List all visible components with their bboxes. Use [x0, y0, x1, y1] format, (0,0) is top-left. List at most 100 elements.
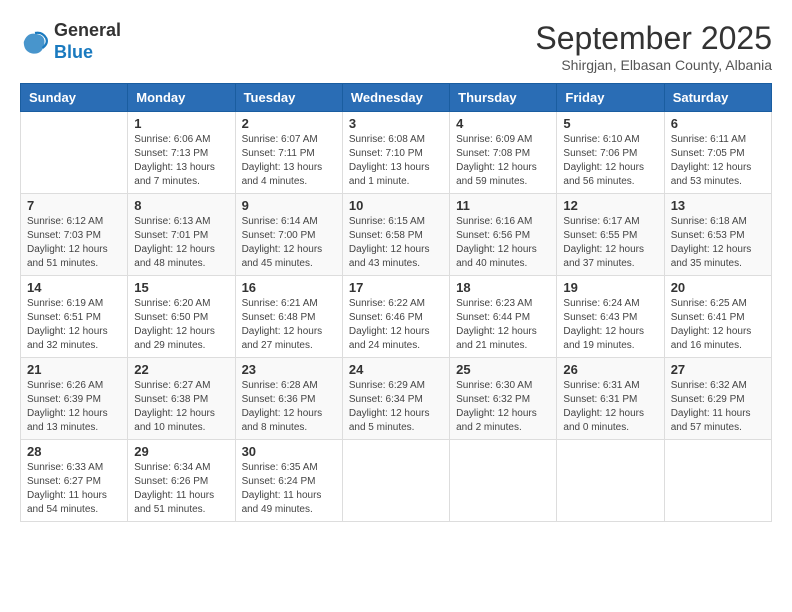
calendar-cell: 14 Sunrise: 6:19 AMSunset: 6:51 PMDayligh… — [21, 276, 128, 358]
day-number: 11 — [456, 198, 550, 213]
day-info: Sunrise: 6:31 AMSunset: 6:31 PMDaylight:… — [563, 379, 657, 435]
logo-text: General Blue — [54, 20, 121, 63]
calendar-cell: 13 Sunrise: 6:18 AMSunset: 6:53 PMDayligh… — [664, 194, 771, 276]
day-info: Sunrise: 6:17 AMSunset: 6:55 PMDaylight:… — [563, 215, 657, 271]
day-number: 2 — [242, 116, 336, 131]
day-number: 6 — [671, 116, 765, 131]
calendar-cell: 29Sunrise: 6:34 AMSunset: 6:26 PMDayligh… — [128, 440, 235, 522]
day-info: Sunrise: 6:34 AMSunset: 6:26 PMDaylight:… — [134, 461, 228, 517]
day-info: Sunrise: 6:25 AMSunset: 6:41 PMDaylight:… — [671, 297, 765, 353]
day-header: Wednesday — [342, 84, 449, 112]
calendar-cell: 28 Sunrise: 6:33 AMSunset: 6:27 PMDayligh… — [21, 440, 128, 522]
day-info: Sunrise: 6:12 AMSunset: 7:03 PMDaylight:… — [27, 215, 121, 271]
day-number: 14 — [27, 280, 121, 295]
day-info: Sunrise: 6:30 AMSunset: 6:32 PMDaylight:… — [456, 379, 550, 435]
calendar-cell: 22 Sunrise: 6:27 AMSunset: 6:38 PMDayligh… — [128, 358, 235, 440]
calendar-header-row: SundayMondayTuesdayWednesdayThursdayFrid… — [21, 84, 772, 112]
day-info: Sunrise: 6:33 AMSunset: 6:27 PMDaylight:… — [27, 461, 121, 517]
day-info: Sunrise: 6:29 AMSunset: 6:34 PMDaylight:… — [349, 379, 443, 435]
day-info: Sunrise: 6:28 AMSunset: 6:36 PMDaylight:… — [242, 379, 336, 435]
day-number: 7 — [27, 198, 121, 213]
calendar-week-row: 21 Sunrise: 6:26 AMSunset: 6:39 PMDayligh… — [21, 358, 772, 440]
day-number: 30 — [242, 444, 336, 459]
day-number: 24 — [349, 362, 443, 377]
calendar-cell: 24 Sunrise: 6:29 AMSunset: 6:34 PMDayligh… — [342, 358, 449, 440]
month-title: September 2025 — [535, 20, 772, 57]
day-info: Sunrise: 6:19 AMSunset: 6:51 PMDaylight:… — [27, 297, 121, 353]
day-number: 18 — [456, 280, 550, 295]
calendar-cell: 9 Sunrise: 6:14 AMSunset: 7:00 PMDaylight… — [235, 194, 342, 276]
day-number: 21 — [27, 362, 121, 377]
calendar-cell: 15 Sunrise: 6:20 AMSunset: 6:50 PMDayligh… — [128, 276, 235, 358]
calendar-cell: 12 Sunrise: 6:17 AMSunset: 6:55 PMDayligh… — [557, 194, 664, 276]
calendar-cell: 1 Sunrise: 6:06 AMSunset: 7:13 PMDaylight… — [128, 112, 235, 194]
day-info: Sunrise: 6:35 AMSunset: 6:24 PMDaylight:… — [242, 461, 336, 517]
day-header: Sunday — [21, 84, 128, 112]
day-number: 1 — [134, 116, 228, 131]
calendar-cell: 3Sunrise: 6:08 AMSunset: 7:10 PMDaylight… — [342, 112, 449, 194]
day-info: Sunrise: 6:13 AMSunset: 7:01 PMDaylight:… — [134, 215, 228, 271]
day-header: Friday — [557, 84, 664, 112]
day-info: Sunrise: 6:07 AMSunset: 7:11 PMDaylight:… — [242, 133, 336, 189]
calendar-cell: 7 Sunrise: 6:12 AMSunset: 7:03 PMDaylight… — [21, 194, 128, 276]
calendar-cell: 10Sunrise: 6:15 AMSunset: 6:58 PMDayligh… — [342, 194, 449, 276]
calendar-cell — [21, 112, 128, 194]
day-number: 20 — [671, 280, 765, 295]
calendar-cell: 21 Sunrise: 6:26 AMSunset: 6:39 PMDayligh… — [21, 358, 128, 440]
calendar-cell: 26 Sunrise: 6:31 AMSunset: 6:31 PMDayligh… — [557, 358, 664, 440]
day-info: Sunrise: 6:23 AMSunset: 6:44 PMDaylight:… — [456, 297, 550, 353]
day-info: Sunrise: 6:10 AMSunset: 7:06 PMDaylight:… — [563, 133, 657, 189]
day-number: 22 — [134, 362, 228, 377]
day-info: Sunrise: 6:27 AMSunset: 6:38 PMDaylight:… — [134, 379, 228, 435]
day-header: Thursday — [450, 84, 557, 112]
day-number: 19 — [563, 280, 657, 295]
day-info: Sunrise: 6:20 AMSunset: 6:50 PMDaylight:… — [134, 297, 228, 353]
day-number: 12 — [563, 198, 657, 213]
calendar-week-row: 28 Sunrise: 6:33 AMSunset: 6:27 PMDayligh… — [21, 440, 772, 522]
calendar-cell: 16Sunrise: 6:21 AMSunset: 6:48 PMDayligh… — [235, 276, 342, 358]
day-info: Sunrise: 6:18 AMSunset: 6:53 PMDaylight:… — [671, 215, 765, 271]
day-info: Sunrise: 6:26 AMSunset: 6:39 PMDaylight:… — [27, 379, 121, 435]
calendar-cell: 27Sunrise: 6:32 AMSunset: 6:29 PMDayligh… — [664, 358, 771, 440]
calendar-cell: 20 Sunrise: 6:25 AMSunset: 6:41 PMDayligh… — [664, 276, 771, 358]
calendar-cell: 17Sunrise: 6:22 AMSunset: 6:46 PMDayligh… — [342, 276, 449, 358]
day-number: 5 — [563, 116, 657, 131]
calendar-cell: 23Sunrise: 6:28 AMSunset: 6:36 PMDayligh… — [235, 358, 342, 440]
day-info: Sunrise: 6:08 AMSunset: 7:10 PMDaylight:… — [349, 133, 443, 189]
day-number: 9 — [242, 198, 336, 213]
day-number: 26 — [563, 362, 657, 377]
day-number: 15 — [134, 280, 228, 295]
calendar-cell: 19 Sunrise: 6:24 AMSunset: 6:43 PMDayligh… — [557, 276, 664, 358]
calendar-cell: 25Sunrise: 6:30 AMSunset: 6:32 PMDayligh… — [450, 358, 557, 440]
calendar-cell: 5 Sunrise: 6:10 AMSunset: 7:06 PMDaylight… — [557, 112, 664, 194]
day-header: Monday — [128, 84, 235, 112]
calendar-cell — [342, 440, 449, 522]
page-header: General Blue September 2025 Shirgjan, El… — [20, 20, 772, 73]
day-info: Sunrise: 6:24 AMSunset: 6:43 PMDaylight:… — [563, 297, 657, 353]
calendar-cell: 4Sunrise: 6:09 AMSunset: 7:08 PMDaylight… — [450, 112, 557, 194]
title-area: September 2025 Shirgjan, Elbasan County,… — [535, 20, 772, 73]
day-info: Sunrise: 6:06 AMSunset: 7:13 PMDaylight:… — [134, 133, 228, 189]
calendar-week-row: 7 Sunrise: 6:12 AMSunset: 7:03 PMDaylight… — [21, 194, 772, 276]
calendar-cell — [664, 440, 771, 522]
calendar-cell: 8 Sunrise: 6:13 AMSunset: 7:01 PMDaylight… — [128, 194, 235, 276]
day-number: 27 — [671, 362, 765, 377]
logo-icon — [20, 27, 50, 57]
day-info: Sunrise: 6:14 AMSunset: 7:00 PMDaylight:… — [242, 215, 336, 271]
day-number: 8 — [134, 198, 228, 213]
day-number: 13 — [671, 198, 765, 213]
calendar-cell: 11 Sunrise: 6:16 AMSunset: 6:56 PMDayligh… — [450, 194, 557, 276]
calendar-cell: 6Sunrise: 6:11 AMSunset: 7:05 PMDaylight… — [664, 112, 771, 194]
day-info: Sunrise: 6:22 AMSunset: 6:46 PMDaylight:… — [349, 297, 443, 353]
calendar-cell — [557, 440, 664, 522]
day-info: Sunrise: 6:15 AMSunset: 6:58 PMDaylight:… — [349, 215, 443, 271]
day-header: Tuesday — [235, 84, 342, 112]
day-info: Sunrise: 6:16 AMSunset: 6:56 PMDaylight:… — [456, 215, 550, 271]
location-subtitle: Shirgjan, Elbasan County, Albania — [535, 57, 772, 73]
calendar-week-row: 1 Sunrise: 6:06 AMSunset: 7:13 PMDaylight… — [21, 112, 772, 194]
day-number: 28 — [27, 444, 121, 459]
calendar-table: SundayMondayTuesdayWednesdayThursdayFrid… — [20, 83, 772, 522]
day-info: Sunrise: 6:21 AMSunset: 6:48 PMDaylight:… — [242, 297, 336, 353]
calendar-week-row: 14 Sunrise: 6:19 AMSunset: 6:51 PMDayligh… — [21, 276, 772, 358]
calendar-cell — [450, 440, 557, 522]
